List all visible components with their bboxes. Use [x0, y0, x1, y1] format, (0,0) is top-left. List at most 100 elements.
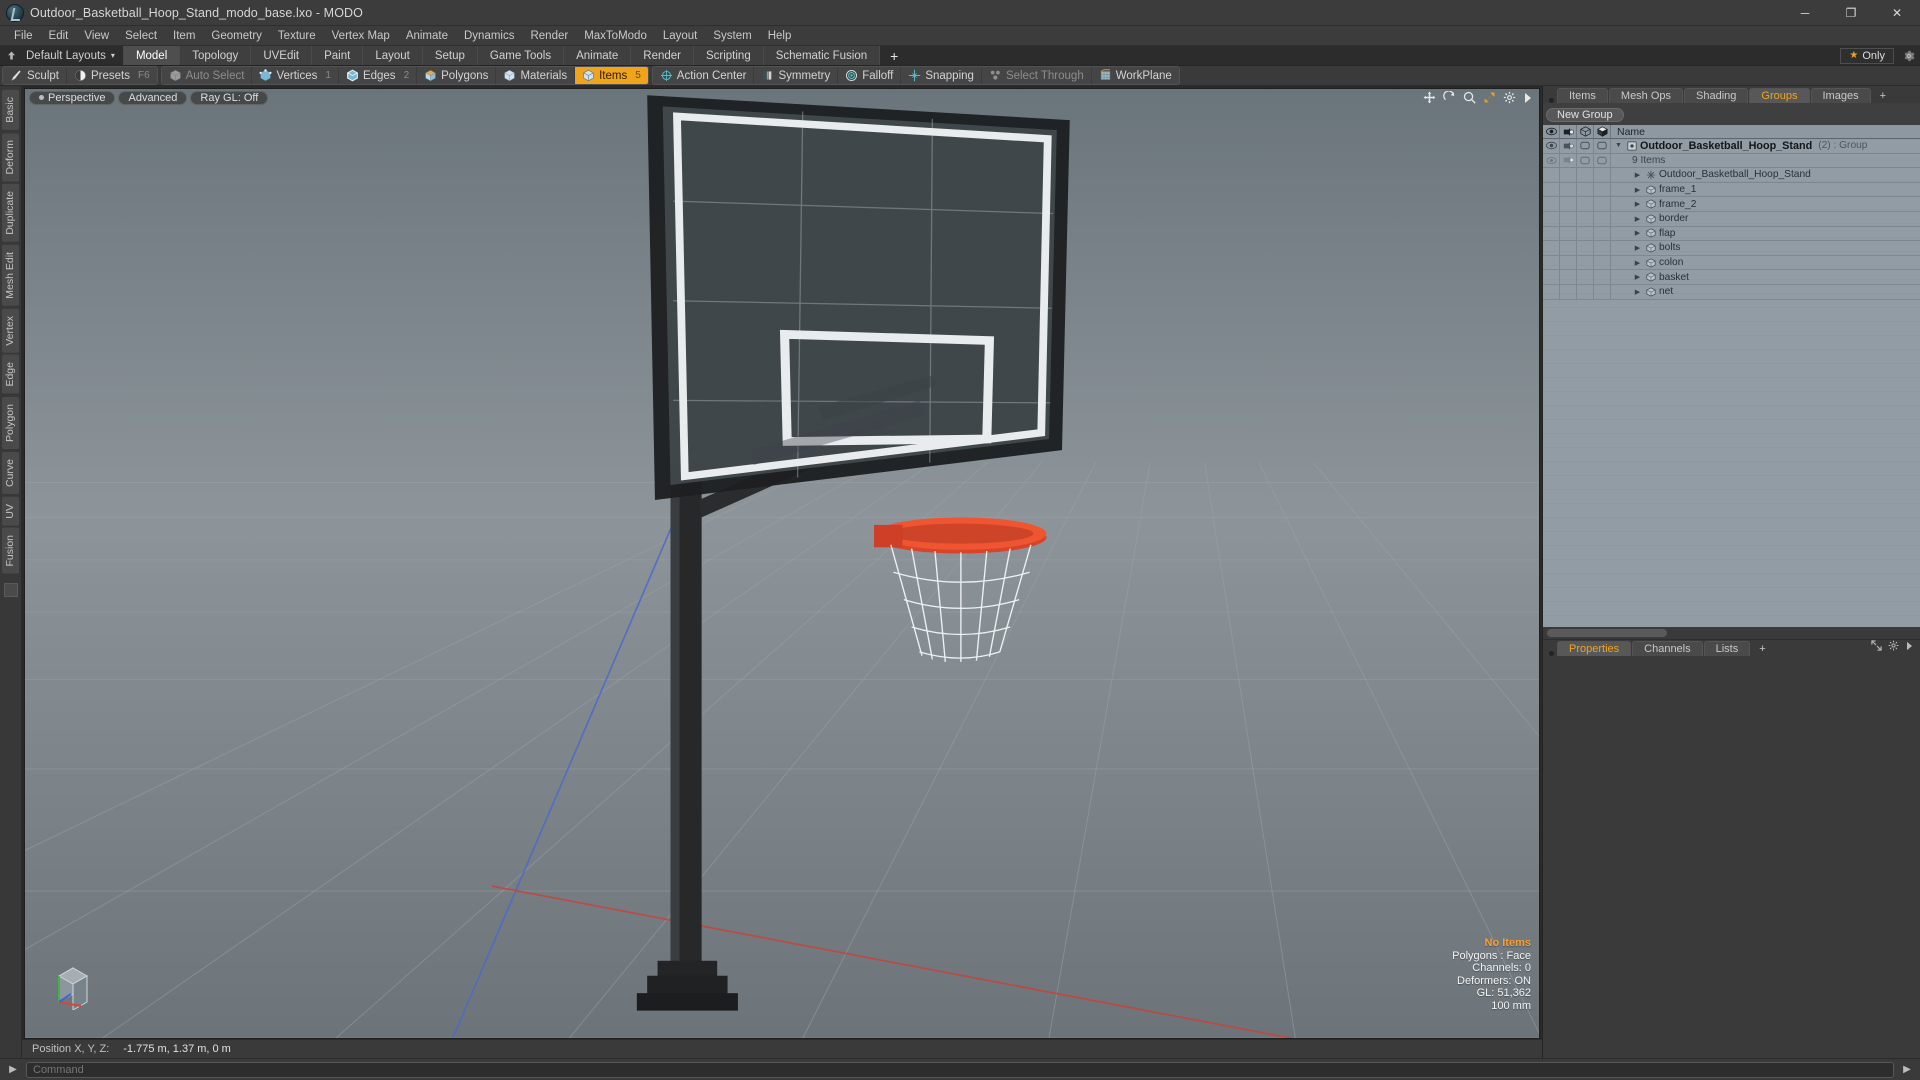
menu-dynamics[interactable]: Dynamics	[456, 28, 522, 44]
left-tab-polygon[interactable]: Polygon	[2, 396, 19, 449]
expand-toggle-icon[interactable]: ▶	[1632, 244, 1643, 252]
table-row[interactable]: 9 Items	[1543, 153, 1920, 169]
row-visibility-toggle[interactable]	[1543, 211, 1560, 226]
falloff-button[interactable]: Falloff	[838, 67, 902, 84]
left-tab-mesh-edit[interactable]: Mesh Edit	[2, 244, 19, 306]
chevron-right-icon[interactable]	[1523, 92, 1533, 104]
row-visibility-toggle[interactable]	[1543, 197, 1560, 211]
row-shaded-toggle[interactable]	[1594, 139, 1611, 153]
tree-row-name[interactable]: ▶ frame_1	[1611, 183, 1920, 197]
default-layouts-dropdown[interactable]: Default Layouts ▾	[22, 46, 123, 65]
menu-help[interactable]: Help	[760, 28, 800, 44]
menu-item[interactable]: Item	[165, 28, 203, 44]
symmetry-button[interactable]: Symmetry	[754, 67, 839, 84]
row-visibility-toggle[interactable]	[1543, 139, 1560, 153]
tree-row-name[interactable]: ▶ border	[1611, 212, 1920, 226]
row-visibility-toggle[interactable]	[1543, 270, 1560, 284]
tree-horizontal-scrollbar[interactable]	[1543, 627, 1920, 639]
row-shaded-toggle[interactable]	[1594, 182, 1611, 197]
row-shaded-toggle[interactable]	[1594, 153, 1611, 168]
workplane-button[interactable]: WorkPlane	[1092, 67, 1179, 84]
row-visibility-toggle[interactable]	[1543, 255, 1560, 270]
menu-texture[interactable]: Texture	[270, 28, 324, 44]
tab-items[interactable]: Items	[1557, 88, 1608, 103]
only-toggle-button[interactable]: ★ Only	[1840, 47, 1894, 64]
row-render-toggle[interactable]	[1560, 168, 1577, 182]
chevron-right-icon[interactable]	[1905, 638, 1914, 656]
scrollbar-thumb[interactable]	[1547, 629, 1667, 637]
layout-tab-layout[interactable]: Layout	[363, 46, 423, 65]
items-button[interactable]: Items 5	[575, 67, 648, 84]
row-render-toggle[interactable]	[1560, 153, 1577, 168]
add-panel-tab-button[interactable]: +	[1871, 88, 1895, 103]
layout-tab-topology[interactable]: Topology	[180, 46, 252, 65]
menu-vertex-map[interactable]: Vertex Map	[324, 28, 398, 44]
minimize-button[interactable]: ─	[1782, 0, 1828, 26]
row-render-toggle[interactable]	[1560, 197, 1577, 211]
left-tab-curve[interactable]: Curve	[2, 451, 19, 494]
preferences-gear-icon[interactable]	[1898, 50, 1920, 62]
menu-animate[interactable]: Animate	[398, 28, 456, 44]
menu-maxtomodo[interactable]: MaxToModo	[576, 28, 655, 44]
row-render-toggle[interactable]	[1560, 226, 1577, 241]
row-wireframe-toggle[interactable]	[1577, 139, 1594, 153]
expand-toggle-icon[interactable]: ▶	[1632, 186, 1643, 194]
zoom-icon[interactable]	[1463, 91, 1476, 104]
row-wireframe-toggle[interactable]	[1577, 270, 1594, 284]
command-input[interactable]	[26, 1061, 1894, 1078]
layout-tab-animate[interactable]: Animate	[564, 46, 632, 65]
left-tab-duplicate[interactable]: Duplicate	[2, 184, 19, 242]
sculpt-button[interactable]: Sculpt	[3, 67, 67, 84]
layout-tab-setup[interactable]: Setup	[422, 46, 478, 65]
expand-toggle-icon[interactable]: ▶	[1632, 200, 1643, 208]
tree-row-name[interactable]: ▶ Outdoor_Basketball_Hoop_Stand	[1611, 168, 1920, 182]
menu-edit[interactable]: Edit	[41, 28, 77, 44]
row-render-toggle[interactable]	[1560, 241, 1577, 255]
group-item-tree[interactable]: ▼ Outdoor_Basketball_Hoop_Stand (2) : Gr…	[1543, 139, 1920, 627]
gear-icon[interactable]	[1503, 91, 1516, 104]
move-icon[interactable]	[1423, 91, 1436, 104]
row-visibility-toggle[interactable]	[1543, 241, 1560, 255]
pin-icon[interactable]	[0, 46, 22, 65]
row-render-toggle[interactable]	[1560, 270, 1577, 284]
table-row[interactable]: ▶ Outdoor_Basketball_Hoop_Stand	[1543, 168, 1920, 183]
edges-button[interactable]: Edges 2	[339, 67, 418, 84]
render-camera-icon[interactable]	[1560, 125, 1577, 138]
tab-mesh-ops[interactable]: Mesh Ops	[1608, 88, 1684, 103]
row-shaded-toggle[interactable]	[1594, 197, 1611, 211]
materials-button[interactable]: Materials	[496, 67, 576, 84]
viewport-advanced-button[interactable]: Advanced	[118, 90, 188, 105]
row-wireframe-toggle[interactable]	[1577, 284, 1594, 299]
expand-toggle-icon[interactable]: ▶	[1632, 288, 1643, 296]
menu-geometry[interactable]: Geometry	[203, 28, 270, 44]
table-row[interactable]: ▶ bolts	[1543, 241, 1920, 256]
row-shaded-toggle[interactable]	[1594, 168, 1611, 182]
row-wireframe-toggle[interactable]	[1577, 153, 1594, 168]
tab-shading[interactable]: Shading	[1684, 88, 1749, 103]
table-row[interactable]: ▶ border	[1543, 211, 1920, 227]
tree-row-name[interactable]: ▶ net	[1611, 285, 1920, 299]
row-shaded-toggle[interactable]	[1594, 284, 1611, 299]
layout-tab-model[interactable]: Model	[122, 46, 181, 65]
tab-lists[interactable]: Lists	[1703, 641, 1751, 656]
row-visibility-toggle[interactable]	[1543, 226, 1560, 241]
left-tab-deform[interactable]: Deform	[2, 132, 19, 182]
viewport-perspective-button[interactable]: Perspective	[29, 90, 116, 105]
row-render-toggle[interactable]	[1560, 284, 1577, 299]
tree-row-name[interactable]: ▶ bolts	[1611, 241, 1920, 255]
row-shaded-toggle[interactable]	[1594, 211, 1611, 226]
visible-eye-icon[interactable]	[1543, 125, 1560, 138]
menu-render[interactable]: Render	[522, 28, 576, 44]
table-row[interactable]: ▶ basket	[1543, 270, 1920, 285]
left-tab-fusion[interactable]: Fusion	[2, 528, 19, 574]
command-right-chevron-icon[interactable]: ▶	[1900, 1064, 1914, 1075]
tree-row-name[interactable]: ▶ flap	[1611, 227, 1920, 241]
fit-icon[interactable]	[1483, 91, 1496, 104]
table-row[interactable]: ▼ Outdoor_Basketball_Hoop_Stand (2) : Gr…	[1543, 139, 1920, 154]
row-wireframe-toggle[interactable]	[1577, 168, 1594, 182]
layout-tab-scripting[interactable]: Scripting	[693, 46, 764, 65]
tree-row-name[interactable]: ▶ frame_2	[1611, 197, 1920, 211]
left-tab-uv[interactable]: UV	[2, 496, 19, 526]
row-wireframe-toggle[interactable]	[1577, 255, 1594, 270]
close-button[interactable]: ✕	[1874, 0, 1920, 26]
